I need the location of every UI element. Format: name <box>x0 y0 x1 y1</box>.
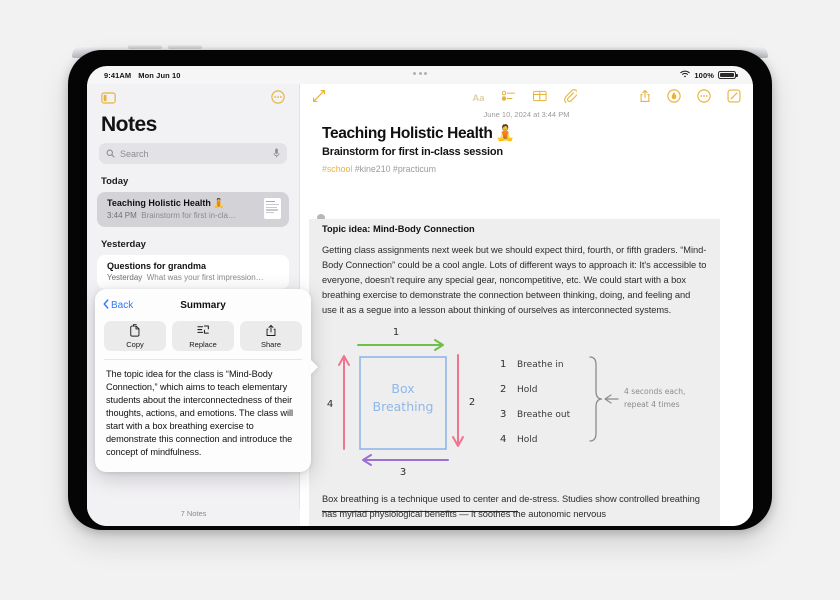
ipad-screen: 9:41AM Mon Jun 10 100% Notes Search Toda… <box>87 66 753 526</box>
tag-others[interactable]: #kine210 #practicum <box>355 164 436 174</box>
popup-pointer <box>310 359 318 375</box>
sketch-arrow-number-1: 1 <box>393 327 399 338</box>
note-title: Questions for grandma <box>107 261 207 271</box>
replace-text-icon <box>196 324 210 339</box>
toolbar-center-group: Aa <box>472 88 578 108</box>
sketch-step-number-1: 1 <box>500 359 506 370</box>
list-item[interactable]: Teaching Holistic Health 🧘 3:44 PM Brain… <box>97 192 289 227</box>
share-button[interactable]: Share <box>240 321 302 351</box>
compose-new-note-icon[interactable] <box>727 88 741 108</box>
page-title: Notes <box>101 113 157 136</box>
status-time: 9:41AM <box>104 70 132 80</box>
share-up-arrow-icon <box>265 324 277 339</box>
wifi-icon <box>680 70 691 80</box>
list-item[interactable]: Questions for grandma Yesterday What was… <box>97 255 289 289</box>
search-placeholder: Search <box>120 148 149 159</box>
topic-line: Topic idea: Mind-Body Connection <box>322 224 475 234</box>
sidebar-toggle-icon[interactable] <box>101 91 116 109</box>
replace-button[interactable]: Replace <box>172 321 234 351</box>
more-circle-icon[interactable] <box>697 88 711 108</box>
note-snippet: What was your first impression… <box>146 273 264 282</box>
battery-percent-label: 100% <box>694 70 714 80</box>
attachment-paperclip-icon[interactable] <box>563 88 578 108</box>
more-circle-icon[interactable] <box>271 90 285 109</box>
status-bar: 9:41AM Mon Jun 10 100% <box>87 66 753 84</box>
sketch-arrow-number-4: 4 <box>327 399 333 410</box>
tag-school[interactable]: #school <box>322 164 352 174</box>
sketch-arrow-number-2: 2 <box>469 397 475 408</box>
battery-full-icon <box>718 71 738 79</box>
summary-popup: Back Summary Copy Replace Share The topi… <box>95 289 311 472</box>
sketch-step-number-3: 3 <box>500 409 506 420</box>
status-bar-right: 100% <box>680 70 738 80</box>
note-heading-text: Teaching Holistic Health <box>322 124 493 142</box>
summary-header: Back Summary <box>95 289 311 316</box>
multitask-dots-icon[interactable] <box>413 72 427 75</box>
markup-pen-icon[interactable] <box>667 88 681 108</box>
note-tags: #school #kine210 #practicum <box>322 164 731 174</box>
body-paragraph: Getting class assignments next week but … <box>322 245 707 316</box>
note-body: Teaching Holistic Health 🧘 Brainstorm fo… <box>300 119 753 175</box>
table-icon[interactable] <box>532 89 547 107</box>
search-icon <box>106 145 115 163</box>
status-bar-left: 9:41AM Mon Jun 10 <box>104 71 181 80</box>
section-header-today: Today <box>101 176 129 187</box>
strikethrough-overlay <box>322 511 518 513</box>
note-detail-pane: Aa June 10, 2024 at 3:44 PM Teaching Hol… <box>300 84 753 526</box>
closing-paragraph: Box breathing is a technique used to cen… <box>322 492 707 522</box>
note-time: Yesterday <box>107 273 143 282</box>
summary-heading: Summary <box>180 299 226 311</box>
sketch-step-text-1: Breathe in <box>517 360 564 370</box>
section-header-yesterday: Yesterday <box>101 239 146 250</box>
notes-count-label: 7 Notes <box>87 509 300 526</box>
sidebar-toolbar <box>87 84 299 109</box>
copy-document-icon <box>129 323 141 339</box>
note-title: Teaching Holistic Health 🧘 <box>107 198 225 208</box>
sketch-annotation-1: 4 seconds each, <box>624 387 685 396</box>
sketch-box-label-2: Breathing <box>373 399 434 414</box>
summary-text: The topic idea for the class is “Mind-Bo… <box>106 369 293 458</box>
sketch-step-text-2: Hold <box>517 385 538 395</box>
note-subheading: Brainstorm for first in-class session <box>322 146 503 158</box>
copy-button[interactable]: Copy <box>104 321 166 351</box>
volume-up-button[interactable] <box>128 45 162 49</box>
sketch-step-number-2: 2 <box>500 384 506 395</box>
note-heading: Teaching Holistic Health 🧘 <box>322 124 731 143</box>
replace-label: Replace <box>189 339 217 349</box>
sketch-step-number-4: 4 <box>500 434 506 445</box>
closing-paragraph-text: Box breathing is a technique used to cen… <box>322 494 700 520</box>
note-preview: Yesterday What was your first impression… <box>107 273 281 282</box>
note-snippet: Brainstorm for first in-cla… <box>141 211 236 220</box>
note-time: 3:44 PM <box>107 211 137 220</box>
sketch-box-label-1: Box <box>391 381 414 396</box>
box-breathing-sketch: Box Breathing 1 2 3 4 1 Breathe in 2 Hol… <box>322 327 707 482</box>
text-format-icon[interactable]: Aa <box>472 93 484 104</box>
checklist-icon[interactable] <box>501 89 515 107</box>
toolbar-right-group <box>639 88 741 108</box>
note-preview: 3:44 PM Brainstorm for first in-cla… <box>107 211 258 220</box>
meditation-emoji-icon: 🧘 <box>495 125 515 142</box>
note-toolbar: Aa <box>300 84 753 112</box>
expand-diagonal-icon[interactable] <box>312 89 326 108</box>
sketch-annotation-2: repeat 4 times <box>624 400 680 409</box>
search-input[interactable]: Search <box>99 143 287 164</box>
sketch-arrow-number-3: 3 <box>400 467 406 477</box>
volume-down-button[interactable] <box>168 45 202 49</box>
share-label: Share <box>260 339 281 349</box>
sketch-step-text-3: Breathe out <box>517 410 571 420</box>
share-up-arrow-icon[interactable] <box>639 89 651 108</box>
selected-text-region: Topic idea: Mind-Body Connection Getting… <box>309 219 720 526</box>
sketch-step-text-4: Hold <box>517 435 538 445</box>
status-date: Mon Jun 10 <box>138 70 181 80</box>
note-thumbnail-icon <box>264 198 281 219</box>
copy-label: Copy <box>126 339 144 349</box>
microphone-icon[interactable] <box>273 145 280 163</box>
summary-actions: Copy Replace Share <box>95 316 311 359</box>
